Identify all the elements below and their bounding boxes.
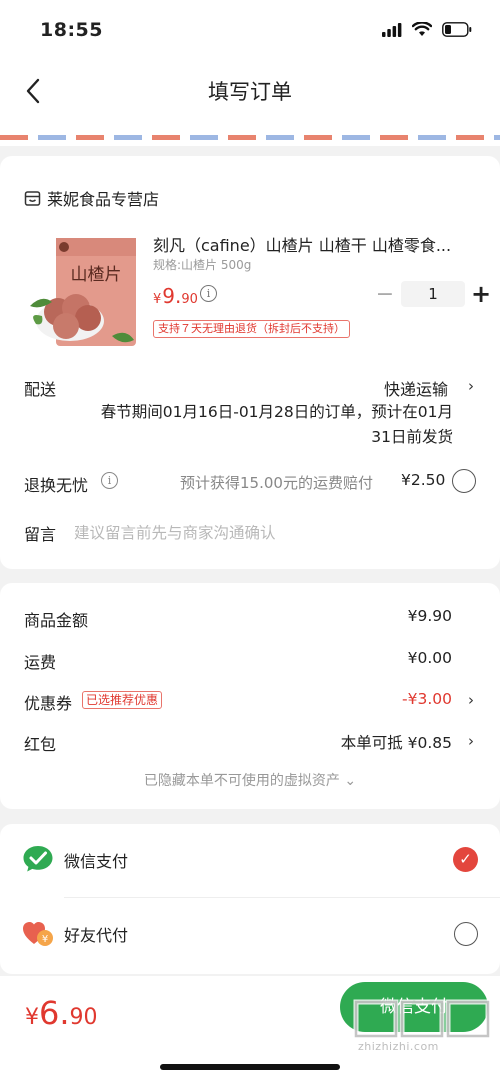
total-integer: 6. [39, 994, 70, 1032]
freight-value: ¥0.00 [407, 649, 452, 667]
address-placeholder-band[interactable] [0, 120, 500, 146]
friend-pay-radio[interactable] [454, 922, 478, 946]
shipping-method[interactable]: 快递运输 [384, 376, 448, 400]
chevron-right-icon[interactable]: › [468, 732, 474, 750]
wechat-pay-checked-icon[interactable]: ✓ [453, 847, 478, 872]
price-integer: 9. [162, 284, 182, 308]
watermark-logo [353, 999, 491, 1039]
shipping-note: 春节期间01月16日-01月28日的订单，预计在01月31日前发货 [100, 403, 453, 446]
price-info-icon[interactable]: i [200, 285, 217, 302]
refund-protection-price: ¥2.50 [401, 471, 446, 489]
payment-option-wechat[interactable]: 微信支付 ✓ [0, 824, 500, 898]
nav-bar: 填写订单 [0, 62, 500, 120]
home-indicator [160, 1064, 340, 1070]
wechat-pay-label: 微信支付 [64, 852, 129, 871]
price-summary-card: 商品金额 ¥9.90 运费 ¥0.00 优惠券 已选推荐优惠 -¥3.00 › … [0, 583, 500, 809]
chevron-right-icon[interactable]: › [468, 377, 474, 395]
chevron-right-icon[interactable]: › [468, 691, 474, 709]
coupon-tag: 已选推荐优惠 [82, 691, 163, 709]
product-spec: 规格:山楂片 500g [153, 258, 252, 272]
product-price: ¥ 9. 90 [153, 284, 198, 308]
increase-button[interactable]: + [471, 280, 491, 308]
status-icons [382, 22, 472, 37]
return-policy-tag: 支持７天无理由退货（拆封后不支持） [153, 320, 350, 338]
coupon-label: 优惠券 [24, 694, 73, 713]
hidden-assets-toggle[interactable]: 已隐藏本单不可使用的虚拟资产 ⌄ [0, 770, 500, 790]
total-decimal: 90 [69, 1005, 98, 1030]
friend-pay-label: 好友代付 [64, 926, 129, 945]
refund-protection-text: 预计获得15.00元的运费赔付 [180, 474, 373, 492]
freight-label: 运费 [24, 653, 57, 672]
red-packet-value[interactable]: 本单可抵 ¥0.85 [341, 731, 452, 753]
product-title[interactable]: 刻凡（cafine）山楂片 山楂干 山楂零食... [153, 232, 473, 256]
svg-text:¥: ¥ [42, 934, 48, 945]
goods-amount-value: ¥9.90 [407, 607, 452, 625]
signal-icon [382, 22, 402, 37]
status-time: 18:55 [40, 19, 103, 41]
total-price: ¥ 6. 90 [25, 994, 98, 1032]
remark-label: 留言 [24, 525, 57, 544]
refund-protection-label: 退换无忧 [24, 476, 89, 495]
info-icon[interactable]: i [101, 472, 118, 489]
checkout-bar: ¥ 6. 90 微信支付 zhizhizhi.com [0, 976, 500, 1082]
payment-option-friend[interactable]: ¥ 好友代付 [0, 898, 500, 968]
order-item-card: 莱妮食品专营店 山楂片 刻凡（cafine）山楂片 山楂干 山楂零食... 规格… [0, 156, 500, 569]
product-image[interactable]: 山楂片 [22, 236, 140, 351]
price-decimal: 90 [181, 292, 198, 307]
shipping-label: 配送 [24, 380, 57, 399]
payment-method-card: 微信支付 ✓ ¥ 好友代付 [0, 824, 500, 974]
store-icon [24, 190, 41, 206]
coupon-value[interactable]: -¥3.00 [402, 690, 452, 708]
quantity-stepper: − 1 + [375, 280, 491, 308]
product-image-caption: 山楂片 [71, 265, 122, 285]
friend-pay-icon: ¥ [23, 922, 53, 946]
refund-protection-radio[interactable] [452, 469, 476, 493]
store-header[interactable]: 莱妮食品专营店 [24, 186, 159, 210]
price-currency: ¥ [153, 292, 162, 307]
goods-amount-label: 商品金额 [24, 611, 89, 630]
page-title: 填写订单 [208, 80, 292, 104]
battery-icon [442, 22, 472, 37]
quantity-input[interactable]: 1 [401, 281, 465, 307]
decrease-button[interactable]: − [375, 282, 395, 307]
airmail-stripe [0, 135, 500, 140]
wifi-icon [412, 22, 432, 36]
status-bar: 18:55 [0, 0, 500, 62]
store-name: 莱妮食品专营店 [47, 190, 160, 209]
red-packet-label: 红包 [24, 735, 57, 754]
total-currency: ¥ [25, 1005, 39, 1030]
watermark-text: zhizhizhi.com [358, 1040, 439, 1053]
wechat-pay-icon [23, 846, 53, 872]
remark-input[interactable]: 建议留言前先与商家沟通确认 [74, 521, 276, 543]
